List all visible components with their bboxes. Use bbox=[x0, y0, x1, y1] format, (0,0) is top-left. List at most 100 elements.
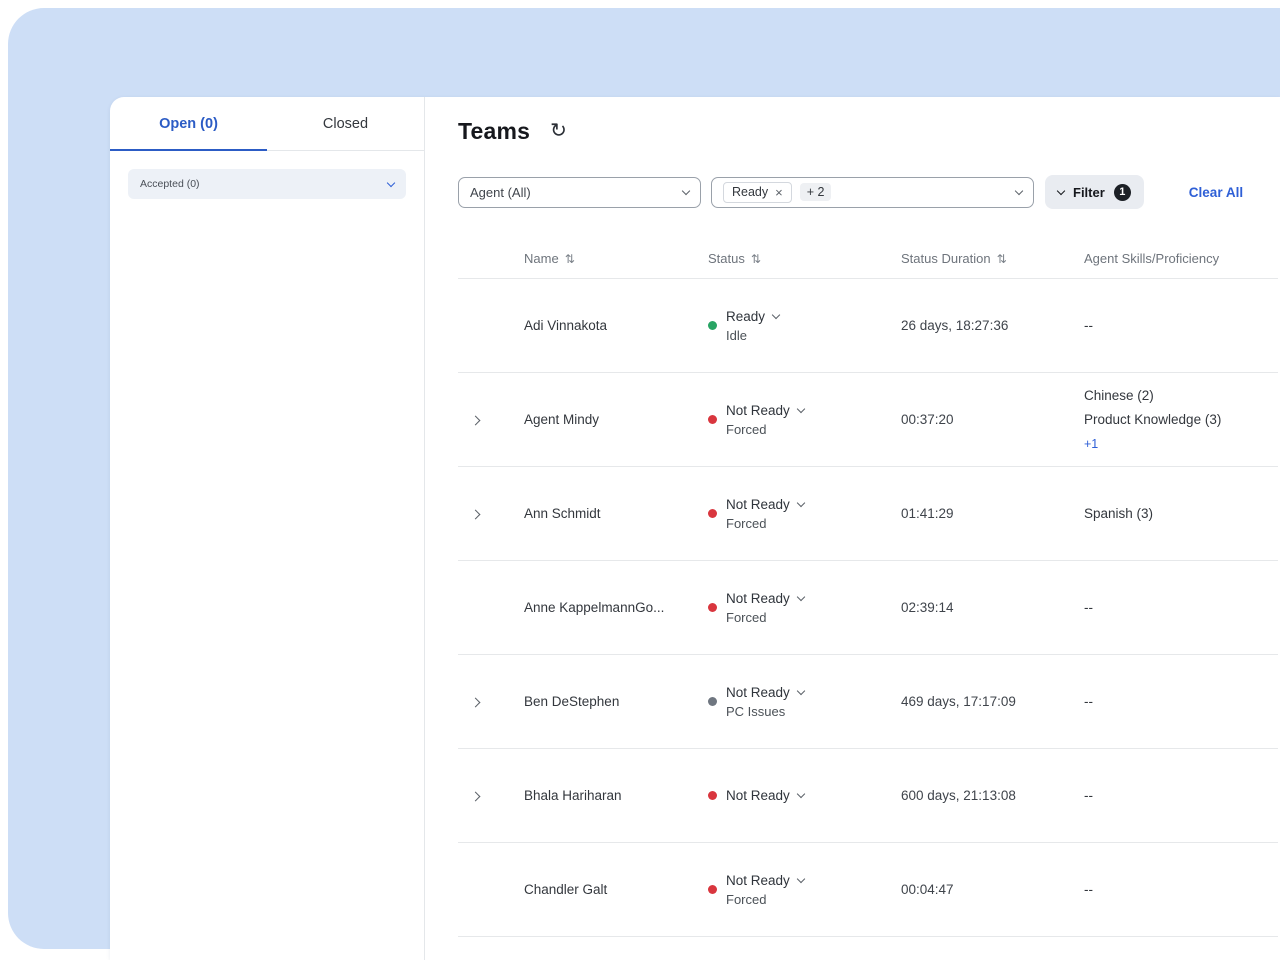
status-dot bbox=[708, 885, 717, 894]
table-row[interactable]: Bhala Hariharan Not Ready 600 days, 21:1… bbox=[458, 749, 1278, 843]
status-dropdown[interactable]: Not Ready bbox=[726, 497, 804, 512]
status-dropdown[interactable]: Not Ready bbox=[726, 685, 804, 700]
chevron-down-icon bbox=[797, 404, 805, 412]
status-dropdown[interactable]: Not Ready bbox=[726, 873, 804, 888]
status-lines: Not Ready bbox=[726, 788, 804, 803]
status-duration: 02:39:14 bbox=[901, 600, 1084, 615]
agent-name: Agent Mindy bbox=[524, 412, 708, 427]
skill-item: Chinese (2) bbox=[1084, 384, 1278, 408]
chevron-down-icon bbox=[797, 592, 805, 600]
agent-skills: -- bbox=[1084, 596, 1278, 620]
table-row[interactable]: Adi Vinnakota Ready Idle 26 days, 18:27:… bbox=[458, 279, 1278, 373]
filter-button[interactable]: Filter 1 bbox=[1045, 175, 1144, 209]
clear-all-link[interactable]: Clear All bbox=[1189, 185, 1243, 200]
filter-button-label: Filter bbox=[1073, 185, 1105, 200]
sort-icon[interactable]: ⇅ bbox=[751, 252, 761, 266]
status-lines: Not Ready Forced bbox=[726, 403, 804, 437]
chevron-right-icon bbox=[471, 509, 481, 519]
status-chip-more: + 2 bbox=[800, 183, 832, 201]
refresh-icon[interactable]: ↻ bbox=[550, 121, 567, 141]
status-duration: 26 days, 18:27:36 bbox=[901, 318, 1084, 333]
status-dot bbox=[708, 697, 717, 706]
status-cell: Not Ready Forced bbox=[708, 873, 901, 907]
status-chip-label: Ready bbox=[732, 185, 768, 199]
skill-item: Product Knowledge (3) bbox=[1084, 408, 1278, 432]
status-lines: Not Ready Forced bbox=[726, 873, 804, 907]
chevron-right-icon bbox=[471, 791, 481, 801]
sidebar-tabs: Open (0) Closed bbox=[110, 97, 424, 151]
sub-status-label: Forced bbox=[726, 610, 804, 625]
tab-closed[interactable]: Closed bbox=[267, 97, 424, 150]
status-duration: 00:04:47 bbox=[901, 882, 1084, 897]
accepted-accordion[interactable]: Accepted (0) bbox=[128, 169, 406, 199]
status-filter-dropdown[interactable]: Ready × + 2 bbox=[711, 177, 1034, 208]
sub-status-label: Forced bbox=[726, 516, 804, 531]
table-row[interactable]: Agent Mindy Not Ready Forced 00:37:20 Ch… bbox=[458, 373, 1278, 467]
table-row[interactable]: Ann Schmidt Not Ready Forced 01:41:29 Sp… bbox=[458, 467, 1278, 561]
sort-icon[interactable]: ⇅ bbox=[997, 252, 1007, 266]
agent-name: Chandler Galt bbox=[524, 882, 708, 897]
status-dot bbox=[708, 321, 717, 330]
status-label: Not Ready bbox=[726, 403, 790, 418]
filter-count-badge: 1 bbox=[1114, 184, 1131, 201]
chevron-down-icon bbox=[797, 874, 805, 882]
sub-status-label: Forced bbox=[726, 422, 804, 437]
status-dot bbox=[708, 603, 717, 612]
sub-status-label: PC Issues bbox=[726, 704, 804, 719]
table-row[interactable]: Anne KappelmannGo... Not Ready Forced 02… bbox=[458, 561, 1278, 655]
column-label: Name bbox=[524, 251, 559, 266]
chevron-right-icon bbox=[471, 697, 481, 707]
status-label: Ready bbox=[726, 309, 765, 324]
table-row[interactable]: Ben DeStephen Not Ready PC Issues 469 da… bbox=[458, 655, 1278, 749]
status-dot bbox=[708, 415, 717, 424]
agent-name: Adi Vinnakota bbox=[524, 318, 708, 333]
sort-icon[interactable]: ⇅ bbox=[565, 252, 575, 266]
chevron-down-icon bbox=[1057, 186, 1065, 194]
chevron-down-icon bbox=[772, 310, 780, 318]
status-dropdown[interactable]: Not Ready bbox=[726, 403, 804, 418]
skill-item: -- bbox=[1084, 314, 1278, 338]
row-expander[interactable] bbox=[458, 505, 524, 523]
column-header-status-duration[interactable]: Status Duration ⇅ bbox=[901, 251, 1084, 266]
status-label: Not Ready bbox=[726, 685, 790, 700]
column-label: Status bbox=[708, 251, 745, 266]
table-header: Name ⇅ Status ⇅ Status Duration ⇅ Agent … bbox=[458, 239, 1278, 279]
status-filter-chips: Ready × + 2 bbox=[723, 182, 831, 203]
status-lines: Ready Idle bbox=[726, 309, 779, 343]
status-label: Not Ready bbox=[726, 497, 790, 512]
skill-item: -- bbox=[1084, 596, 1278, 620]
chip-close-icon[interactable]: × bbox=[775, 185, 783, 200]
tab-open-label: Open (0) bbox=[159, 116, 218, 132]
status-cell: Not Ready Forced bbox=[708, 403, 901, 437]
skills-more-link[interactable]: +1 bbox=[1084, 432, 1278, 456]
status-dropdown[interactable]: Not Ready bbox=[726, 788, 804, 803]
column-header-status[interactable]: Status ⇅ bbox=[708, 251, 901, 266]
sub-status-label: Forced bbox=[726, 892, 804, 907]
status-label: Not Ready bbox=[726, 788, 790, 803]
status-dropdown[interactable]: Ready bbox=[726, 309, 779, 324]
row-expander[interactable] bbox=[458, 787, 524, 805]
table-row[interactable]: Chandler Galt Not Ready Forced 00:04:47 … bbox=[458, 843, 1278, 937]
agent-skills: -- bbox=[1084, 784, 1278, 808]
status-duration: 600 days, 21:13:08 bbox=[901, 788, 1084, 803]
column-header-name[interactable]: Name ⇅ bbox=[524, 251, 708, 266]
skill-item: Spanish (3) bbox=[1084, 502, 1278, 526]
title-row: Teams ↻ bbox=[458, 111, 1280, 151]
status-dot bbox=[708, 791, 717, 800]
status-dropdown[interactable]: Not Ready bbox=[726, 591, 804, 606]
chevron-down-icon bbox=[682, 186, 690, 194]
chevron-right-icon bbox=[471, 415, 481, 425]
status-chip-ready: Ready × bbox=[723, 182, 792, 203]
row-expander[interactable] bbox=[458, 411, 524, 429]
table-body: Adi Vinnakota Ready Idle 26 days, 18:27:… bbox=[458, 279, 1278, 937]
tab-open[interactable]: Open (0) bbox=[110, 97, 267, 150]
skill-item: -- bbox=[1084, 784, 1278, 808]
status-duration: 469 days, 17:17:09 bbox=[901, 694, 1084, 709]
status-lines: Not Ready Forced bbox=[726, 497, 804, 531]
row-expander[interactable] bbox=[458, 693, 524, 711]
sidebar: Open (0) Closed Accepted (0) bbox=[110, 97, 425, 960]
status-cell: Not Ready Forced bbox=[708, 497, 901, 531]
agent-filter-dropdown[interactable]: Agent (All) bbox=[458, 177, 701, 208]
filter-row: Agent (All) Ready × + 2 Filter 1 Clear bbox=[458, 175, 1280, 209]
agent-name: Ann Schmidt bbox=[524, 506, 708, 521]
